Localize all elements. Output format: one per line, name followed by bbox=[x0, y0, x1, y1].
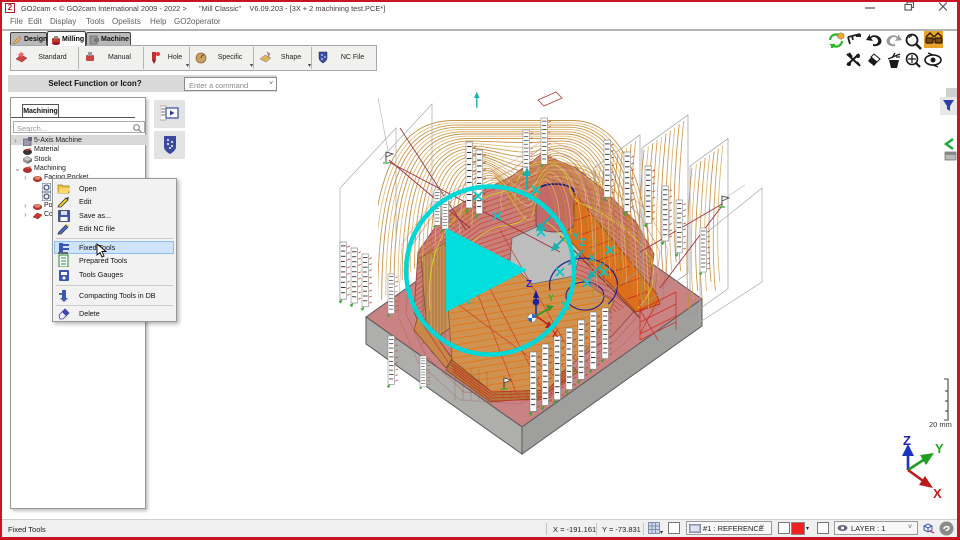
svg-text:20 mm: 20 mm bbox=[929, 420, 952, 429]
svg-text:Z: Z bbox=[579, 237, 586, 249]
svg-text:Y: Y bbox=[935, 441, 944, 456]
svg-text:X: X bbox=[933, 486, 942, 501]
svg-text:X: X bbox=[588, 253, 596, 265]
svg-text:Z: Z bbox=[903, 433, 911, 448]
svg-text:Y: Y bbox=[548, 293, 554, 303]
svg-text:X: X bbox=[552, 329, 558, 339]
svg-text:Z: Z bbox=[526, 279, 532, 290]
